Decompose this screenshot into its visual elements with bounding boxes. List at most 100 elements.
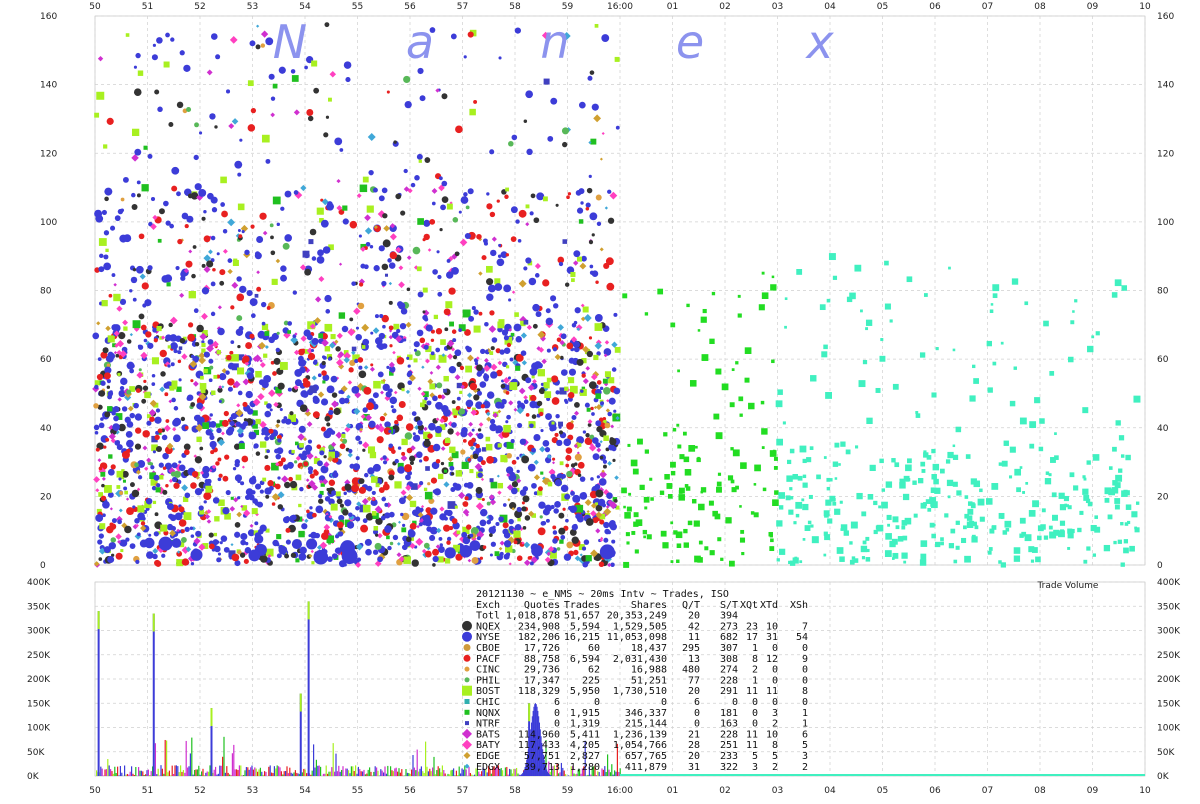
trade-point-nyse: [256, 236, 263, 243]
trade-point-cinc: [119, 491, 123, 495]
trade-point-nqex: [345, 484, 352, 491]
stats-row-cboe-xtd: 0: [772, 643, 778, 654]
x-tick-top: 58: [509, 2, 521, 12]
stats-row-edge-shares: 657,765: [625, 751, 667, 762]
trade-point-nqex: [585, 433, 589, 437]
trade-point-pacf: [99, 467, 103, 471]
trade-point-nyse: [518, 239, 522, 243]
trade-point-pacf: [394, 420, 398, 424]
volume-bar: [270, 765, 271, 776]
volume-bar: [439, 768, 440, 776]
trade-point-nyse: [216, 428, 221, 433]
trade-point-nqex: [393, 140, 396, 143]
trade-point-nqnx: [772, 276, 775, 279]
trade-point-nyse: [498, 516, 504, 522]
trade-point-nyse: [439, 176, 443, 180]
trade-point-pacf: [210, 450, 214, 454]
volume-bar: [261, 772, 262, 776]
trade-point-nyse: [575, 307, 581, 313]
trade-point-nyse: [610, 523, 617, 530]
trade-point-nqnx: [650, 497, 654, 501]
stats-row-baty-shares: 1,054,766: [613, 740, 667, 751]
trade-point-nyse: [546, 318, 553, 325]
trade-point-nyse: [286, 539, 291, 544]
trade-point-pacf: [423, 456, 429, 462]
trade-point-nyse: [180, 276, 185, 281]
trade-point-after-hours: [1010, 447, 1016, 453]
trade-point-nyse: [595, 420, 601, 426]
stats-header: 20121130 ~ e_NMS ~ 20ms Intv ~ Trades, I…: [476, 589, 729, 600]
trade-point-bost: [469, 109, 475, 115]
trade-point-nyse: [204, 352, 210, 358]
x-tick-top: 01: [667, 2, 678, 12]
trade-point-bost: [324, 324, 332, 332]
trade-point-after-hours: [1082, 475, 1085, 478]
x-tick-top: 07: [982, 2, 993, 12]
trade-point-after-hours: [863, 541, 867, 545]
x-tick-bottom: 02: [719, 786, 730, 796]
trade-point-nyse: [277, 438, 281, 442]
trade-point-pacf: [165, 419, 169, 423]
volume-bar: [313, 744, 314, 776]
trade-point-nyse: [417, 154, 423, 160]
trade-point-after-hours: [779, 505, 783, 509]
trade-point-bost: [509, 548, 513, 552]
trade-point-nyse: [122, 406, 127, 411]
volume-bar: [351, 766, 352, 776]
stats-row-edgx-quotes: 39,713: [524, 762, 560, 773]
trade-point-after-hours: [1136, 502, 1139, 505]
top-y-tick-right: 20: [1157, 492, 1169, 502]
trade-point-nyse: [594, 484, 600, 490]
volume-bar: [222, 757, 223, 776]
trade-point-after-hours: [1022, 491, 1025, 494]
trade-point-nqnx: [670, 323, 675, 328]
stats-row-cinc-exch: CINC: [476, 665, 500, 676]
volume-bar: [104, 770, 105, 776]
trade-point-after-hours: [899, 479, 905, 485]
trade-point-nyse: [318, 494, 322, 498]
trade-point-nyse: [348, 512, 353, 517]
volume-bar: [121, 773, 122, 776]
volume-bar: [139, 771, 140, 776]
trade-point-after-hours: [1068, 505, 1072, 509]
trade-point-after-hours: [890, 319, 893, 322]
trade-point-nyse: [414, 175, 420, 181]
trade-point-nyse: [217, 252, 220, 255]
trade-point-nqex: [478, 428, 481, 431]
trade-point-bost: [498, 483, 503, 488]
trade-point-nqnx: [702, 354, 709, 361]
trade-point-nyse: [370, 245, 373, 248]
trade-point-phil: [294, 460, 297, 463]
trade-point-nqex: [159, 208, 165, 214]
stats-row-nyse-xtd: 31: [766, 632, 778, 643]
trade-point-nyse: [276, 348, 280, 352]
trade-point-nqnx: [637, 439, 643, 445]
trade-point-nyse: [498, 255, 501, 258]
trade-point-nyse: [166, 221, 171, 226]
trade-point-nyse: [550, 474, 555, 479]
trade-point-after-hours: [866, 320, 872, 326]
trade-point-after-hours: [1064, 504, 1067, 507]
trade-point-phil: [557, 547, 561, 551]
volume-bar: [247, 767, 248, 776]
trade-point-after-hours: [829, 253, 836, 260]
stats-row-pacf-xsh: 9: [802, 654, 808, 665]
volume-bar: [508, 775, 509, 776]
trade-point-nyse: [159, 463, 164, 468]
trade-point-nyse: [412, 509, 419, 516]
trade-point-pacf: [476, 234, 481, 239]
trade-point-nyse: [435, 348, 440, 353]
trade-point-nyse: [262, 381, 269, 388]
trade-point-after-hours: [916, 413, 921, 418]
trade-point-after-hours: [1133, 396, 1140, 403]
trade-point-after-hours: [809, 495, 813, 499]
trade-point-nyse: [553, 530, 557, 534]
trade-point-nqex: [486, 278, 493, 285]
trade-point-after-hours: [993, 362, 997, 366]
trade-point-pacf: [308, 353, 315, 360]
trade-point-after-hours: [953, 455, 958, 460]
trade-point-nyse: [185, 492, 191, 498]
stats-row-cboe-exch: CBOE: [476, 643, 500, 654]
trade-point-nqex: [168, 122, 173, 127]
trade-point-after-hours: [907, 458, 912, 463]
